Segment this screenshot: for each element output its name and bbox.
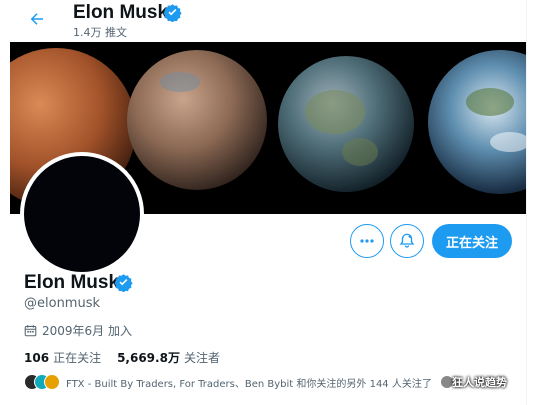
mini-avatar — [44, 374, 60, 390]
follower-avatars — [24, 374, 60, 390]
back-arrow-icon — [30, 13, 43, 25]
calendar-icon — [24, 325, 37, 337]
back-button[interactable] — [24, 6, 50, 32]
join-date: 2009年6月 加入 — [24, 322, 132, 339]
following-count: 106 — [24, 351, 50, 365]
notifications-button[interactable] — [390, 224, 424, 258]
more-icon — [360, 239, 374, 243]
planet-terraforming-1 — [127, 50, 267, 190]
followers-count: 5,669.8万 — [117, 351, 180, 365]
followers-label: 关注者 — [183, 351, 220, 365]
following-link[interactable]: 106 正在关注 — [24, 349, 101, 366]
tweet-count: 1.4万 推文 — [73, 26, 127, 39]
more-button[interactable] — [350, 224, 384, 258]
verified-badge-icon — [163, 4, 182, 22]
join-date-text: 2009年6月 加入 — [42, 324, 132, 338]
following-label: 正在关注 — [53, 351, 102, 365]
followers-link[interactable]: 5,669.8万 关注者 — [117, 349, 220, 366]
watermark: 狂人说趋势 — [452, 376, 507, 389]
follow-stats: 106 正在关注 5,669.8万 关注者 — [24, 349, 220, 366]
following-button[interactable]: 正在关注 — [432, 224, 512, 258]
right-frame — [526, 0, 540, 405]
avatar[interactable] — [20, 152, 144, 276]
notification-bell-icon — [399, 233, 415, 248]
profile-name: Elon Musk — [24, 272, 120, 293]
profile-handle: @elonmusk — [24, 296, 101, 311]
left-frame — [0, 0, 10, 405]
followed-by-row[interactable]: FTX - Built By Traders, For Traders、Ben … — [24, 374, 432, 390]
followed-by-text: FTX - Built By Traders, For Traders、Ben … — [66, 378, 432, 390]
header-title: Elon Musk — [73, 2, 169, 23]
verified-badge-icon — [114, 274, 133, 292]
